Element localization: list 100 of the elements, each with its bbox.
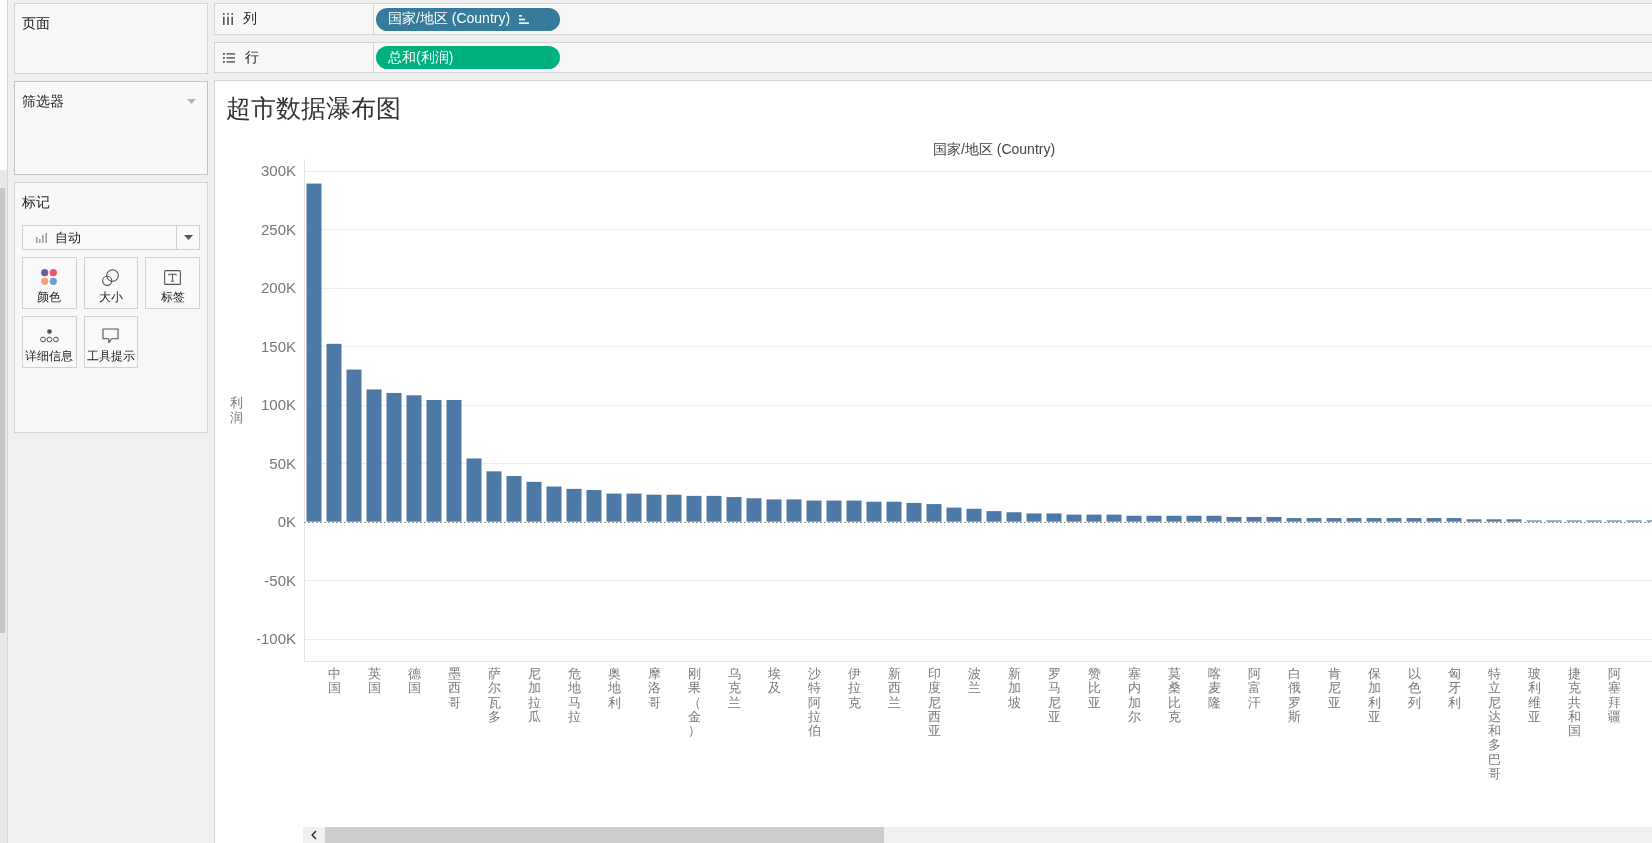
axis-label: 喀麦隆 <box>1207 667 1221 712</box>
bar <box>1406 518 1422 522</box>
bar <box>1426 518 1442 522</box>
bar <box>646 494 662 522</box>
card-title: 标记 <box>22 193 50 211</box>
axis-label: 危地马拉 <box>567 667 581 726</box>
speech-bubble-icon <box>102 328 120 344</box>
bar <box>526 481 542 522</box>
bar <box>1126 515 1142 522</box>
bar <box>1046 513 1062 522</box>
detail-button[interactable]: 详细信息 <box>22 316 77 368</box>
axis-label: 萨尔瓦多 <box>487 667 501 726</box>
bar <box>946 507 962 522</box>
detail-dots-icon <box>39 329 59 343</box>
axis-label: 白俄罗斯 <box>1287 667 1301 726</box>
axis-tick-label: 300K <box>260 162 296 180</box>
axis-label: 墨西哥 <box>447 667 461 712</box>
axis-label: 玻利维亚 <box>1527 667 1541 726</box>
bar <box>1366 518 1382 522</box>
chevron-left-icon <box>311 830 317 840</box>
scrollbar-thumb[interactable] <box>325 827 884 843</box>
axis-label: 英国 <box>367 667 381 698</box>
bar <box>726 497 742 522</box>
axis-tick-label: 250K <box>260 220 296 238</box>
bar <box>806 500 822 522</box>
bar <box>626 493 642 522</box>
caret-icon[interactable] <box>187 98 196 104</box>
axis-label: 以色列 <box>1407 667 1421 712</box>
bar-chart-icon <box>36 232 47 243</box>
bar <box>466 458 482 522</box>
label-button[interactable]: 标签 <box>145 257 200 309</box>
axis-label: 波兰 <box>967 667 981 698</box>
axis-label: 塞内加尔 <box>1127 667 1141 726</box>
bar <box>1146 515 1162 522</box>
axis-label: 沙特阿拉伯 <box>807 667 821 741</box>
bar <box>1286 518 1302 522</box>
bar <box>1006 512 1022 522</box>
axis-label: 埃及 <box>767 667 781 698</box>
axis-tick-label: 100K <box>260 396 296 414</box>
bar <box>1026 513 1042 522</box>
bar <box>1166 515 1182 522</box>
axis-tick-label: 50K <box>269 454 296 472</box>
bar <box>846 500 862 522</box>
axis-label: 摩洛哥 <box>647 667 661 712</box>
axis-label: 刚果（金） <box>687 667 701 741</box>
bar <box>546 486 562 522</box>
bar <box>586 490 602 522</box>
bar <box>486 471 502 522</box>
mark-type-dropdown[interactable]: 自动 <box>22 225 200 250</box>
column-header: 国家/地区 (Country) <box>933 140 1056 158</box>
axis-title: 利润 <box>229 396 243 425</box>
axis-label: 印度尼西亚 <box>927 667 941 741</box>
axis-tick-label: -50K <box>264 571 296 589</box>
bar <box>1246 516 1262 522</box>
axis-tick-label: 150K <box>260 337 296 355</box>
scrollbar-thumb[interactable] <box>0 188 5 633</box>
axis-label: 尼加拉瓜 <box>527 667 541 726</box>
text-label-icon <box>164 269 182 285</box>
axis-label: 德国 <box>407 667 421 698</box>
axis-tick-label: 0K <box>277 513 296 531</box>
bar <box>1226 516 1242 522</box>
size-circles-icon <box>102 268 120 286</box>
bar <box>706 495 722 522</box>
color-dots-icon <box>41 269 58 285</box>
bar <box>1106 514 1122 522</box>
color-button[interactable]: 颜色 <box>22 257 77 309</box>
bar <box>1086 514 1102 522</box>
bar <box>886 501 902 522</box>
list-icon <box>223 52 235 63</box>
bar <box>966 508 982 522</box>
bar <box>606 493 622 522</box>
axis-label: 莫桑比克 <box>1167 667 1181 726</box>
bar <box>986 511 1002 522</box>
axis-label: 中国 <box>327 667 341 698</box>
bar <box>686 495 702 522</box>
bar <box>566 488 582 522</box>
bar <box>1326 518 1342 522</box>
axis-label: 伊拉克 <box>847 667 861 712</box>
size-button[interactable]: 大小 <box>83 257 139 309</box>
field-pill[interactable]: 国家/地区 (Country) <box>376 7 560 31</box>
bar <box>1066 514 1082 522</box>
bar <box>1486 519 1502 522</box>
axis-label: 保加利亚 <box>1367 667 1381 726</box>
tooltip-button[interactable]: 工具提示 <box>83 316 139 368</box>
columns-icon <box>223 13 233 25</box>
bar <box>1506 519 1522 522</box>
bar <box>826 500 842 522</box>
bar <box>1466 519 1482 522</box>
bar <box>666 494 682 522</box>
bar <box>506 476 522 522</box>
axis-label: 阿塞拜疆 <box>1607 667 1621 726</box>
axis-label: 特立尼达和多巴哥 <box>1487 667 1501 782</box>
bar <box>766 499 782 522</box>
bar <box>1206 515 1222 522</box>
axis-label: 肯尼亚 <box>1327 667 1341 712</box>
axis-label: 乌克兰 <box>727 667 741 712</box>
axis-label: 阿富汗 <box>1247 667 1261 712</box>
bar <box>866 501 882 522</box>
bar <box>1446 518 1462 522</box>
axis-label: 罗马尼亚 <box>1047 667 1061 726</box>
